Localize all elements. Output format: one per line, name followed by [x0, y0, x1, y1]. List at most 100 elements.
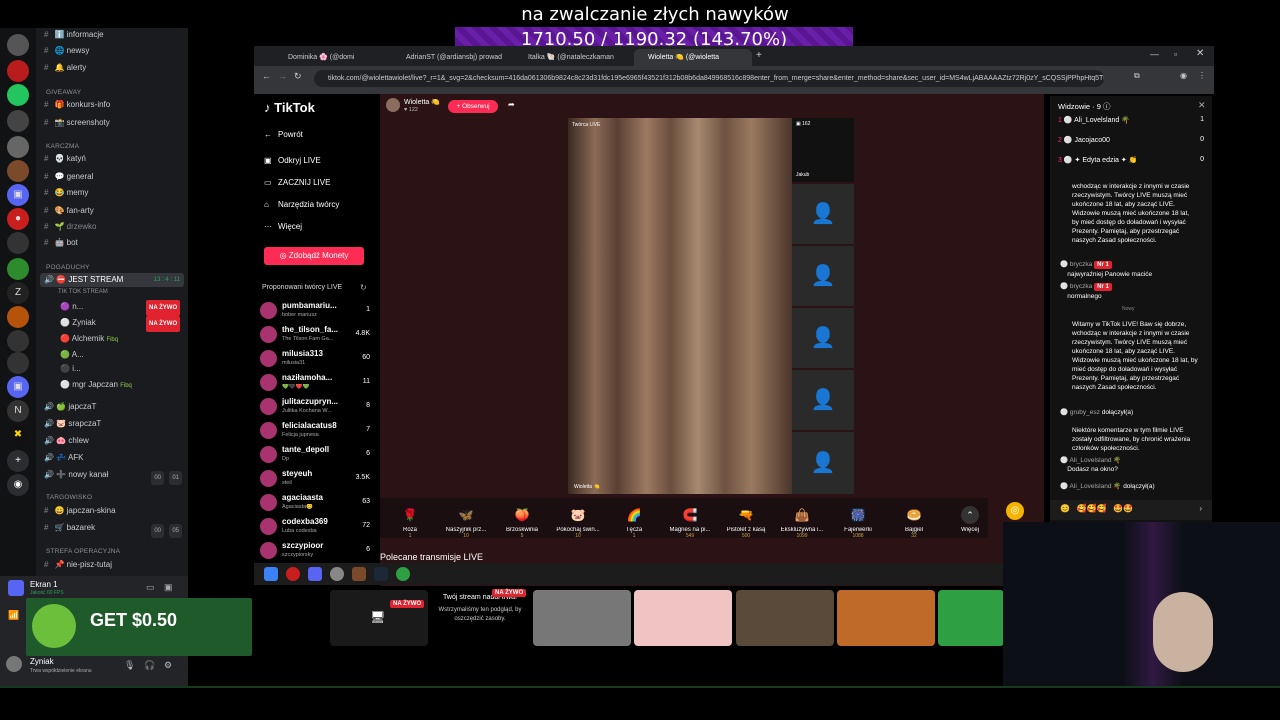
category-strefa[interactable]: STREFA OPERACYJNA	[46, 548, 120, 555]
steam-icon[interactable]	[374, 567, 388, 581]
nav-creator-tools[interactable]: ⌂ Narzędzia twórcy	[264, 198, 339, 212]
server-icon[interactable]	[7, 258, 29, 280]
stream-thumbnail[interactable]	[938, 590, 1004, 646]
channel-item[interactable]: # 🛒 bazarek 00 05	[44, 521, 182, 538]
top-viewer[interactable]: 1 ⚪ Ali_Lovelsland 🌴 1	[1058, 116, 1208, 124]
close-icon[interactable]: ✕	[1198, 100, 1206, 111]
nav-start-live[interactable]: ▭ ZACZNIJ LIVE	[264, 176, 330, 190]
empty-seat-icon[interactable]: 👤	[792, 184, 854, 244]
channel-item[interactable]: # 😀 japczan-skina	[44, 504, 116, 518]
reload-icon[interactable]: ↻	[294, 71, 302, 82]
gift-item[interactable]: 🎆 Fajerwerki 1088	[834, 506, 882, 539]
browser-tab-active[interactable]: Wioletta 🍋 (@wioletta	[634, 49, 752, 66]
profile-icon[interactable]: ◉	[1180, 71, 1187, 80]
stream-preview[interactable]: NA ŻYWO 🖥	[330, 590, 428, 646]
server-icon[interactable]	[7, 136, 29, 158]
channel-item[interactable]: # 🎨 fan-arty	[44, 204, 94, 218]
menu-icon[interactable]: ⋮	[1198, 71, 1206, 80]
empty-seat-icon[interactable]: 👤	[792, 432, 854, 494]
channel-item[interactable]: # 🎁 konkurs-info	[44, 98, 110, 112]
share-icon[interactable]: ➦	[508, 100, 515, 109]
voice-member[interactable]: ⚫ i...	[60, 362, 81, 376]
reaction-bar[interactable]: 😊 🥰🥰🥰 🤩🤩 ›	[1050, 500, 1212, 520]
category-targowisko[interactable]: TARGOWISKO	[46, 494, 92, 501]
gift-item[interactable]: 🍑 Brzoskwinia 5	[498, 506, 546, 539]
server-icon[interactable]	[7, 34, 29, 56]
browser-tab[interactable]: Italka 🐚 (@nataleczkaman	[514, 49, 632, 66]
nav-more[interactable]: ··· Więcej	[264, 220, 302, 234]
voice-channel[interactable]: 🔊 🍏 japczaT	[44, 400, 96, 414]
explore-icon[interactable]: ◉	[7, 474, 29, 496]
channel-item[interactable]: # 💀 katyń	[44, 152, 86, 166]
voice-member[interactable]: 🔴 Alchemik Fibq	[60, 332, 118, 346]
live-video[interactable]: Twórca LIVE Wioletta 🍋	[568, 118, 792, 494]
server-icon[interactable]: Z	[7, 282, 29, 304]
coin-icon[interactable]: ◎	[1006, 502, 1024, 520]
minimize-icon[interactable]: —	[1150, 49, 1159, 59]
server-icon[interactable]	[7, 160, 29, 182]
more-gifts-button[interactable]: ⌃ Więcej	[946, 506, 994, 533]
suggested-account[interactable]: tante_depoll Dp 6	[260, 444, 370, 466]
screen-settings-icon[interactable]: ▭	[146, 582, 155, 593]
suggested-account[interactable]: agaciaasta Agaciasta😊 63	[260, 492, 370, 514]
guest-video[interactable]: ▣ 162 Jakub	[792, 118, 854, 182]
top-viewer[interactable]: 2 ⚪ Jacojaco00 0	[1058, 136, 1208, 144]
maximize-icon[interactable]: ▫	[1174, 49, 1177, 59]
discord-icon[interactable]	[308, 567, 322, 581]
empty-seat-icon[interactable]: 👤	[792, 308, 854, 368]
stream-thumbnail[interactable]	[736, 590, 834, 646]
tiktok-logo[interactable]: ♪ TikTok	[264, 100, 315, 115]
suggested-account[interactable]: milusia313 milusia31 60	[260, 348, 370, 370]
ad-banner[interactable]: GET $0.50	[26, 598, 252, 656]
server-icon[interactable]: ▣	[7, 184, 29, 206]
channel-item[interactable]: # 📸 screenshoty	[44, 116, 110, 130]
channel-item[interactable]: # ℹ️ informacje	[44, 28, 104, 42]
suggested-account[interactable]: codexba369 Luba codexba 72	[260, 516, 370, 538]
channel-item[interactable]: # 🤖 bot	[44, 236, 78, 250]
empty-seat-icon[interactable]: 👤	[792, 370, 854, 430]
server-icon[interactable]	[7, 330, 29, 352]
voice-channel[interactable]: 🔊 🐷 srapczaT	[44, 417, 101, 431]
server-icon[interactable]: ✖	[7, 424, 29, 446]
microphone-icon[interactable]: 🎙	[124, 660, 135, 671]
windows-start-icon[interactable]	[264, 567, 278, 581]
stream-thumbnail[interactable]	[533, 590, 631, 646]
server-icon[interactable]: ▣	[7, 376, 29, 398]
host-name[interactable]: Wioletta 🍋	[404, 98, 440, 106]
obs-icon[interactable]	[330, 567, 344, 581]
add-server-icon[interactable]: +	[7, 450, 29, 472]
app-icon[interactable]	[352, 567, 366, 581]
server-icon[interactable]	[7, 84, 29, 106]
settings-icon[interactable]: ⚙	[164, 660, 172, 671]
follow-button[interactable]: + Obserwuj	[448, 100, 498, 113]
category-pogaduchy[interactable]: POGADUCHY	[46, 264, 90, 271]
url-bar[interactable]: tiktok.com/@wiolettawiolet/live?_r=1&_sv…	[314, 70, 1104, 87]
channel-item[interactable]: # 🌱 drzewko	[44, 220, 96, 234]
chrome-icon[interactable]	[396, 567, 410, 581]
empty-seat-icon[interactable]: 👤	[792, 246, 854, 306]
voice-member[interactable]: ⚪ Zyniak NA ŻYWO	[60, 316, 181, 332]
stream-thumbnail[interactable]	[634, 590, 732, 646]
top-viewer[interactable]: 3 ⚪ ✦ Edyta edzia ✦ 👏 0	[1058, 156, 1208, 164]
gift-item[interactable]: 🔫 Pistolet z kasą 500	[722, 506, 770, 539]
nav-discover-live[interactable]: ▣ Odkryj LIVE	[264, 154, 321, 168]
gift-item[interactable]: 🦋 Naszyjnik prz... 10	[442, 506, 490, 539]
suggested-account[interactable]: the_tilson_fa... The Tilson Fam Ga... 4.8K	[260, 324, 370, 346]
category-karczma[interactable]: KARCZMA	[46, 143, 79, 150]
gift-item[interactable]: 🐷 Pokochaj świn... 10	[554, 506, 602, 539]
avatar[interactable]	[6, 656, 22, 672]
headphones-icon[interactable]: 🎧	[144, 660, 155, 671]
server-icon[interactable]	[7, 352, 29, 374]
forward-icon[interactable]: →	[278, 71, 287, 81]
channel-item[interactable]: # 🔔 alerty	[44, 61, 86, 75]
suggested-account[interactable]: naziłamoha... 💚🖤❤️💚 11	[260, 372, 370, 394]
server-icon[interactable]: ●	[7, 208, 29, 230]
server-icon[interactable]: N	[7, 400, 29, 422]
channel-item[interactable]: # 💬 general	[44, 170, 93, 184]
suggested-account[interactable]: szczypioor szczypiorsky 6	[260, 540, 370, 562]
channel-item[interactable]: # 😂 memy	[44, 186, 88, 200]
voice-channel[interactable]: 🔊 💤 AFK	[44, 451, 84, 465]
close-icon[interactable]: ✕	[1196, 48, 1204, 59]
gift-item[interactable]: 🥯 Bajgiel 32	[890, 506, 938, 539]
suggested-account[interactable]: steyeuh steil 3.5K	[260, 468, 370, 490]
